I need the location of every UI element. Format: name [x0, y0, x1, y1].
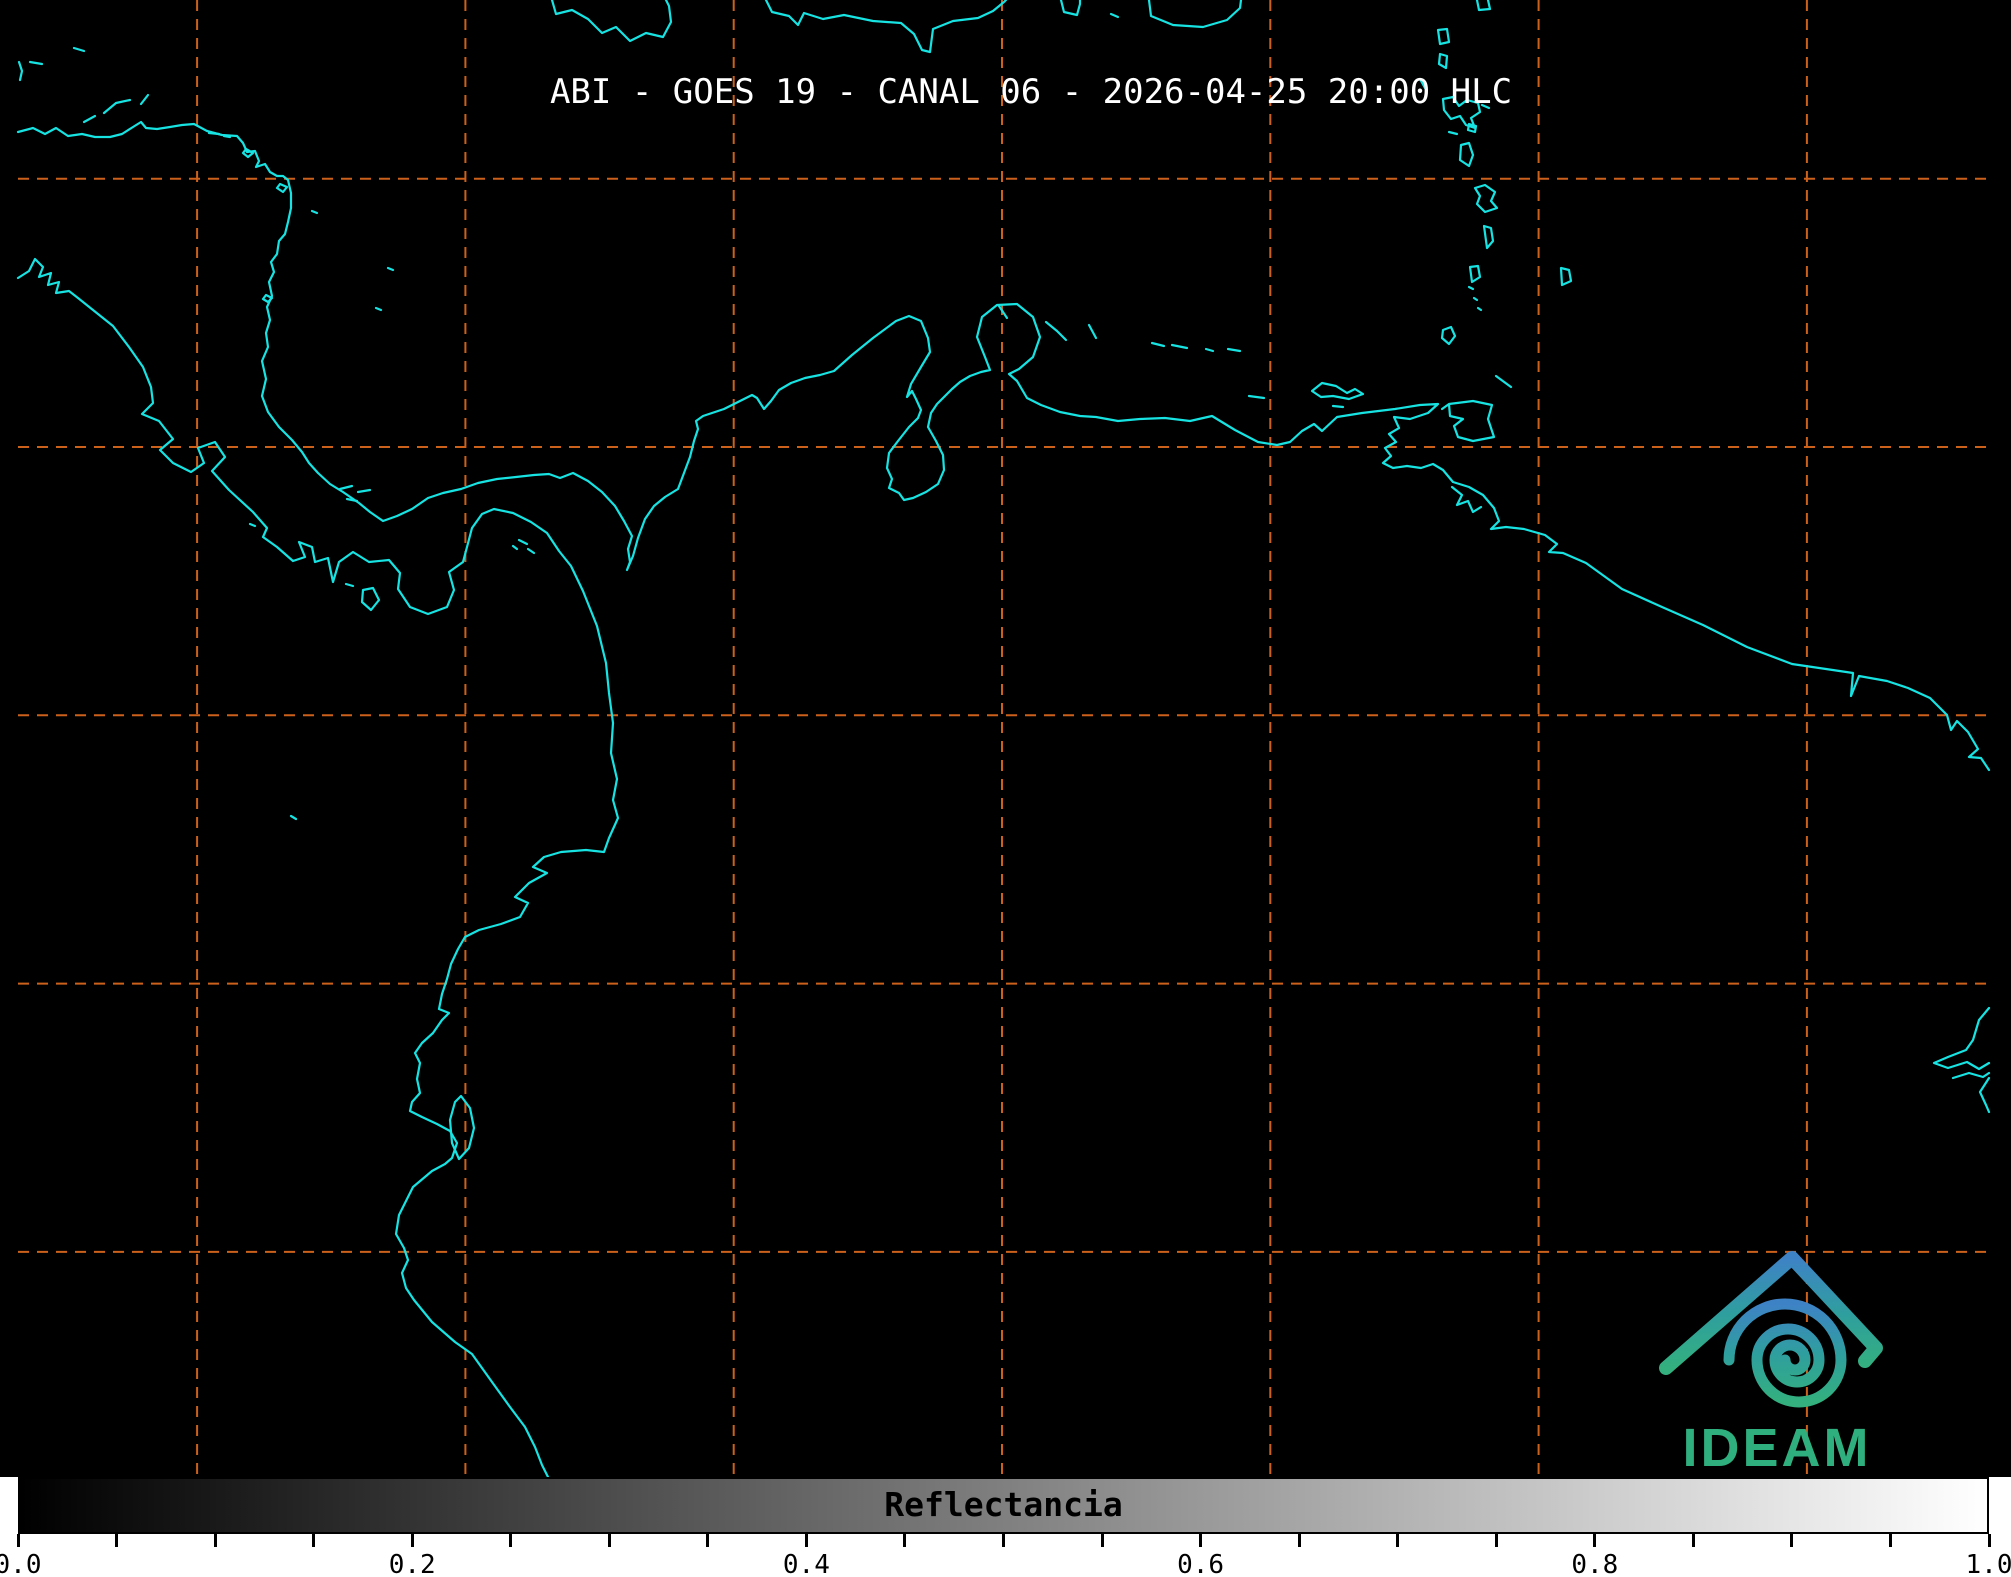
colorbar-tick — [1790, 1534, 1794, 1547]
colorbar-tick — [804, 1534, 808, 1547]
colorbar-tick — [312, 1534, 316, 1547]
island-hispaniola — [764, 0, 1008, 54]
colorbar-tick — [509, 1534, 513, 1547]
coast-pacific — [16, 257, 620, 1477]
colorbar-gradient: Reflectancia — [18, 1477, 1989, 1534]
island-tortuga — [1247, 394, 1266, 400]
island-trinidad — [1440, 399, 1496, 443]
satellite-image-viewer: ABI - GOES 19 - CANAL 06 - 2026-04-25 20… — [0, 0, 2011, 1577]
colorbar-tick-label: 0.6 — [1177, 1550, 1225, 1577]
island-miskito-cay — [310, 209, 319, 215]
island-pearl — [511, 538, 536, 555]
coast-amazon-mouth — [1932, 1006, 1991, 1114]
island-antigua — [1436, 0, 1492, 46]
island-cays — [17, 46, 232, 139]
island-puerto-rico — [1147, 0, 1243, 29]
colorbar-tick-label: 0.8 — [1571, 1550, 1619, 1577]
colorbar-tick — [1691, 1534, 1695, 1547]
colorbar-tick — [115, 1534, 119, 1547]
island-malpelo — [289, 814, 298, 821]
colorbar-label: Reflectancia — [884, 1484, 1123, 1524]
island-st-vincent — [1468, 264, 1482, 284]
coast-lagoons — [241, 147, 289, 304]
logo-text: IDEAM — [1683, 1418, 1872, 1473]
colorbar-tick — [1297, 1534, 1301, 1547]
island-dominica — [1447, 130, 1475, 168]
image-title: ABI - GOES 19 - CANAL 06 - 2026-04-25 20… — [549, 72, 1513, 112]
island-coiba — [248, 522, 381, 612]
colorbar-band: Reflectancia 0.0 0.2 0.4 0.6 0.8 1.0 — [0, 1477, 2011, 1577]
colorbar-tick — [410, 1534, 414, 1547]
colorbar-tick — [1002, 1534, 1005, 1547]
island-mona — [1109, 12, 1120, 19]
island-providencia — [374, 266, 395, 312]
island-saona — [1059, 0, 1082, 17]
colorbar-tick — [1593, 1534, 1597, 1547]
colorbar-tick — [213, 1534, 217, 1547]
island-los-roques — [1150, 341, 1242, 353]
island-jamaica — [550, 0, 673, 43]
island-grenadines — [1467, 285, 1483, 312]
colorbar-tick — [1987, 1534, 1991, 1547]
island-martinique — [1473, 183, 1499, 214]
island-curacao — [1044, 320, 1068, 342]
island-margarita — [1310, 381, 1365, 409]
colorbar-tick — [607, 1534, 611, 1547]
satellite-map: ABI - GOES 19 - CANAL 06 - 2026-04-25 20… — [0, 0, 2011, 1477]
island-utila — [82, 114, 97, 124]
island-puna — [448, 1094, 476, 1161]
colorbar-tick-label: 0.0 — [0, 1550, 42, 1577]
colorbar-tick — [16, 1534, 20, 1547]
colorbar-tick — [1494, 1534, 1498, 1547]
island-st-lucia — [1482, 224, 1495, 250]
island-tobago — [1494, 374, 1513, 389]
logo-spiral-icon — [1723, 1298, 1847, 1408]
island-guanaja — [139, 93, 150, 106]
colorbar-tick — [1396, 1534, 1400, 1547]
colorbar-tick-label: 0.2 — [388, 1550, 436, 1577]
island-bonaire — [1087, 323, 1098, 340]
colorbar-tick — [1199, 1534, 1203, 1547]
colorbar-tick — [1888, 1534, 1892, 1547]
island-barbados — [1559, 266, 1573, 287]
colorbar-tick — [706, 1534, 710, 1547]
colorbar-tick-label: 0.4 — [782, 1550, 830, 1577]
island-roatan — [102, 98, 132, 115]
colorbar-tick-label: 1.0 — [1965, 1550, 2011, 1577]
colorbar-tick — [1100, 1534, 1104, 1547]
ideam-logo: IDEAM — [1659, 1251, 1883, 1473]
colorbar-tick — [903, 1534, 907, 1547]
island-grenada — [1440, 325, 1457, 346]
